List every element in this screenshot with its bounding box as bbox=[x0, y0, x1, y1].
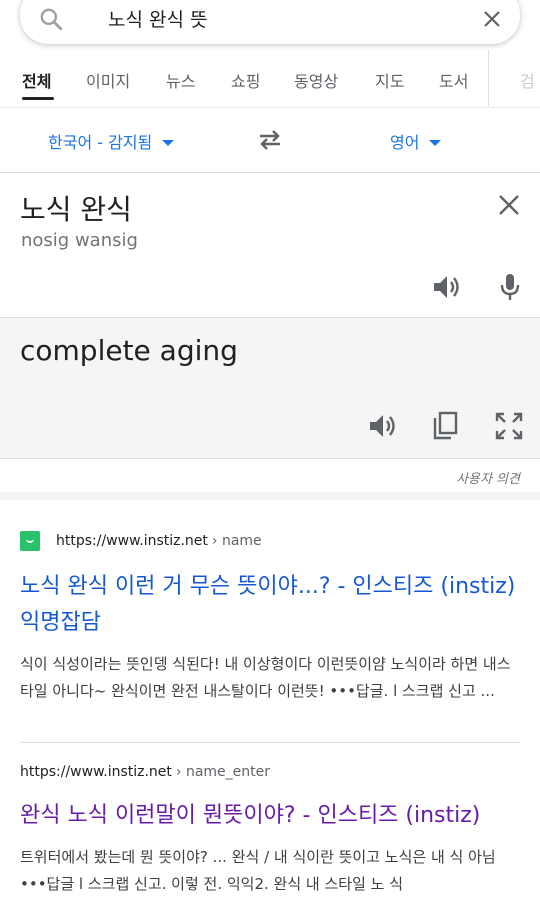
search-results: https://www.instiz.net › name 노식 완식 이런 거… bbox=[0, 500, 540, 920]
swap-languages-icon[interactable] bbox=[256, 128, 284, 152]
site-favicon-icon bbox=[20, 531, 40, 551]
source-panel: 노식 완식 nosig wansig bbox=[0, 173, 540, 317]
fullscreen-icon[interactable] bbox=[493, 410, 525, 442]
clear-icon[interactable] bbox=[480, 7, 504, 31]
dropdown-caret-icon bbox=[162, 139, 175, 146]
search-icon[interactable] bbox=[38, 6, 64, 32]
tab-images[interactable]: 이미지 bbox=[86, 68, 130, 92]
close-icon[interactable] bbox=[497, 193, 521, 217]
active-tab-indicator bbox=[22, 97, 54, 100]
result-snippet: 트위터에서 봤는데 뭔 뜻이야? ... 완식 / 내 식이란 뜻이고 노식은 … bbox=[20, 848, 496, 893]
translation-text: complete aging bbox=[20, 334, 238, 367]
result-domain: https://www.instiz.net bbox=[56, 533, 208, 549]
source-language-label: 한국어 - 감지됨 bbox=[48, 133, 153, 152]
copy-icon[interactable] bbox=[430, 410, 462, 442]
result-url[interactable]: https://www.instiz.net › name_enter bbox=[20, 764, 520, 780]
tab-separator bbox=[488, 50, 489, 106]
tab-books[interactable]: 도서 bbox=[439, 68, 468, 92]
romanization: nosig wansig bbox=[21, 230, 138, 251]
result-item: https://www.instiz.net › name 노식 완식 이런 거… bbox=[20, 531, 520, 705]
translation-panel: complete aging bbox=[0, 317, 540, 459]
dropdown-caret-icon bbox=[429, 139, 442, 146]
source-text[interactable]: 노식 완식 bbox=[20, 188, 132, 228]
search-tabs: 전체 이미지 뉴스 쇼핑 동영상 지도 도서 검 bbox=[0, 56, 540, 108]
result-divider bbox=[20, 742, 520, 743]
result-title-link[interactable]: 완식 노식 이런말이 뭔뜻이야? - 인스티즈 (instiz) bbox=[20, 798, 520, 834]
tab-videos[interactable]: 동영상 bbox=[294, 68, 338, 92]
speaker-icon[interactable] bbox=[430, 271, 462, 303]
search-input[interactable]: 노식 완식 뜻 bbox=[108, 5, 207, 32]
target-language-label: 영어 bbox=[390, 133, 420, 152]
result-url[interactable]: https://www.instiz.net › name bbox=[20, 531, 520, 551]
tab-shopping[interactable]: 쇼핑 bbox=[231, 68, 260, 92]
source-language-select[interactable]: 한국어 - 감지됨 bbox=[48, 129, 175, 153]
translate-card: 한국어 - 감지됨 영어 노식 완식 nosig wansig complete… bbox=[0, 108, 540, 492]
tab-maps[interactable]: 지도 bbox=[375, 68, 404, 92]
tab-more[interactable]: 검 bbox=[520, 68, 535, 92]
result-domain: https://www.instiz.net bbox=[20, 764, 172, 780]
search-bar[interactable]: 노식 완식 뜻 bbox=[20, 0, 520, 44]
result-path: › name bbox=[211, 533, 262, 549]
result-title-link[interactable]: 노식 완식 이런 거 무슨 뜻이야...? - 인스티즈 (instiz) 익명… bbox=[20, 569, 520, 641]
speaker-icon[interactable] bbox=[366, 410, 398, 442]
result-path: › name_enter bbox=[175, 764, 271, 780]
result-item: https://www.instiz.net › name_enter 완식 노… bbox=[20, 764, 520, 898]
target-language-select[interactable]: 영어 bbox=[390, 129, 442, 153]
language-bar: 한국어 - 감지됨 영어 bbox=[0, 108, 540, 173]
feedback-link[interactable]: 사용자 의견 bbox=[456, 468, 520, 487]
microphone-icon[interactable] bbox=[496, 271, 524, 303]
result-snippet: 식이 식성이라는 뜻인뎅 식된다! 내 이상형이다 이런뜻이얌 노식이라 하면 … bbox=[20, 655, 511, 700]
tab-news[interactable]: 뉴스 bbox=[166, 68, 195, 92]
top-bar: 노식 완식 뜻 전체 이미지 뉴스 쇼핑 동영상 지도 도서 검 bbox=[0, 0, 540, 108]
tab-all[interactable]: 전체 bbox=[22, 68, 51, 92]
